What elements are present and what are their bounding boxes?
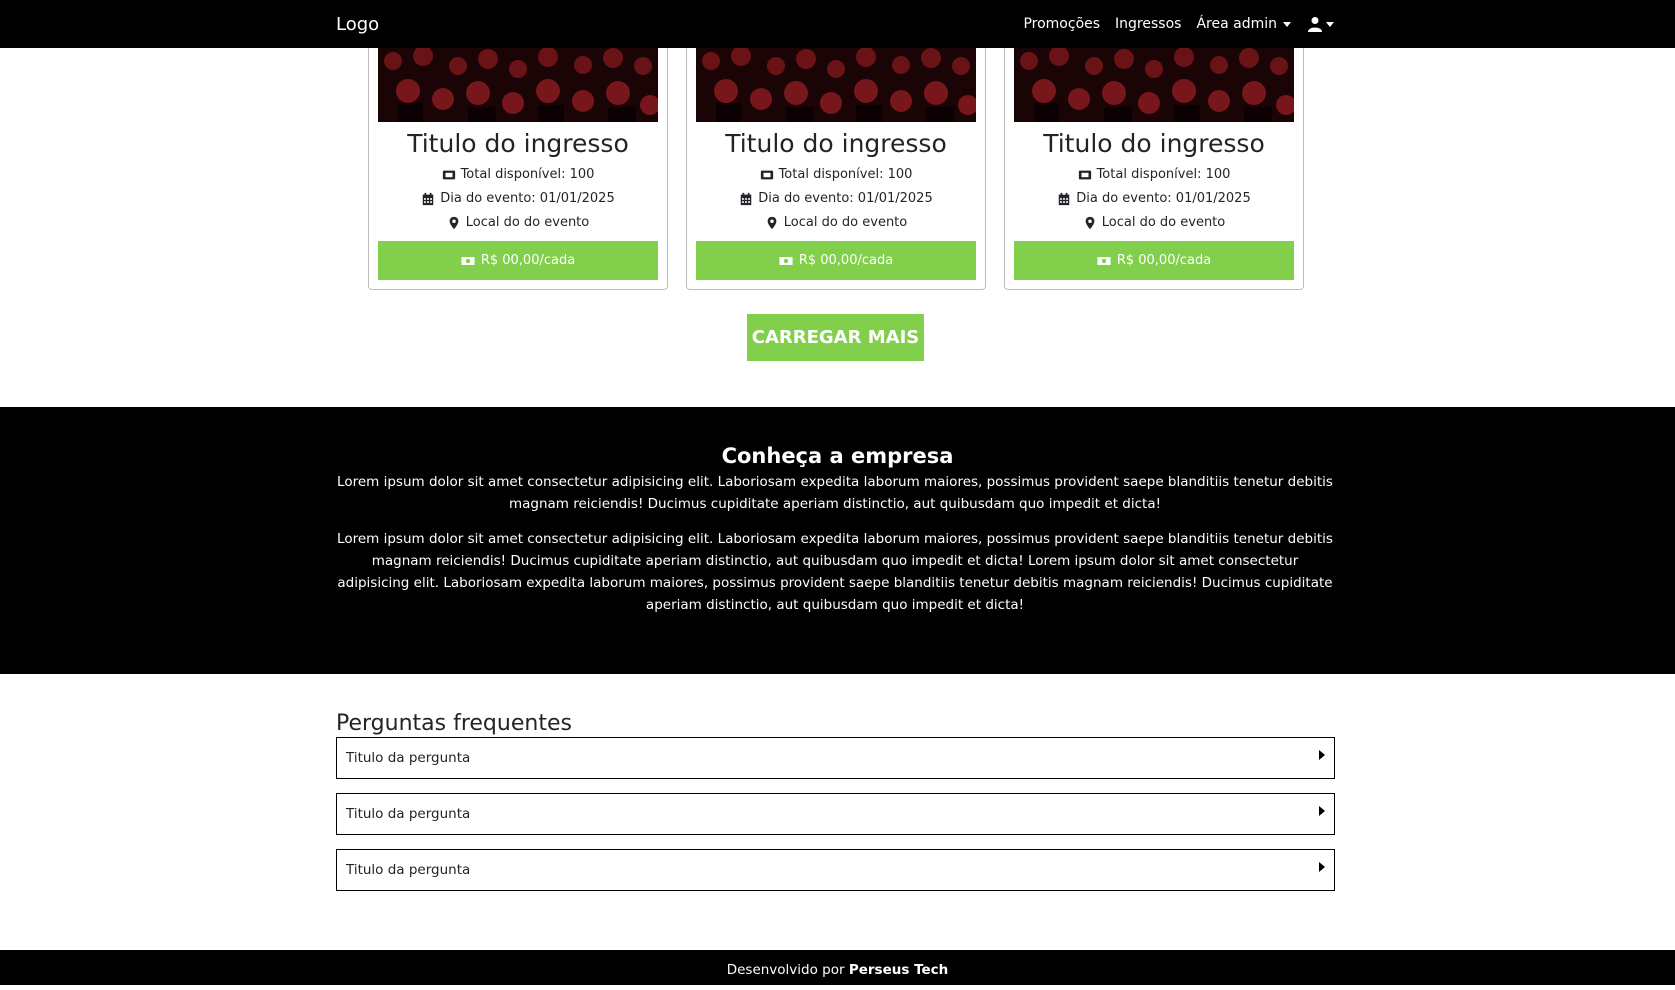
ticket-title: Titulo do ingresso [407, 129, 629, 158]
caret-right-icon [1319, 750, 1325, 760]
footer-prefix: Desenvolvido por [726, 962, 849, 978]
faq-item[interactable]: Titulo da pergunta [336, 737, 1335, 779]
ticket-place: Local do do evento [369, 211, 667, 235]
faq-section: Perguntas frequentes Titulo da pergunta … [0, 674, 1675, 950]
faq-question: Titulo da pergunta [346, 750, 471, 766]
ticket-price: R$ 00,00/cada [1116, 253, 1212, 268]
about-section: Conheça a empresa Lorem ipsum dolor sit … [0, 407, 1675, 674]
load-more-button[interactable]: CARREGAR MAIS [747, 314, 924, 361]
about-title: Conheça a empresa [721, 444, 954, 468]
ticket-total-text: Total disponível: 100 [1096, 167, 1231, 182]
ticket-price: R$ 00,00/cada [480, 253, 576, 268]
ticket-place-text: Local do do evento [1101, 215, 1226, 230]
nav-link-ingressos[interactable]: Ingressos [1115, 16, 1181, 32]
about-paragraph: Lorem ipsum dolor sit amet consectetur a… [337, 474, 1333, 512]
faq-item[interactable]: Titulo da pergunta [336, 793, 1335, 835]
ticket-date: Dia do evento: 01/01/2025 [1005, 187, 1303, 211]
tickets-section: Titulo do ingresso Total disponível: 100… [0, 0, 1675, 407]
map-marker-icon [449, 216, 459, 230]
navbar-inner: Logo Promoções Ingressos Área admin [336, 0, 1334, 48]
ticket-place: Local do do evento [1005, 211, 1303, 235]
calendar-icon [741, 192, 752, 206]
about-paragraph: Lorem ipsum dolor sit amet consectetur a… [337, 531, 1333, 613]
buy-ticket-button[interactable]: R$ 00,00/cada [696, 241, 976, 280]
faq-question: Titulo da pergunta [346, 806, 471, 822]
ticket-title: Titulo do ingresso [1043, 129, 1265, 158]
caret-right-icon [1319, 806, 1325, 816]
money-icon [461, 256, 475, 265]
caret-down-icon [1326, 21, 1334, 27]
ticket-place-text: Local do do evento [783, 215, 908, 230]
ticket-date-text: Dia do evento: 01/01/2025 [758, 191, 933, 206]
ticket-icon [760, 170, 773, 180]
card-body: Titulo do ingresso Total disponível: 100… [369, 129, 667, 235]
ticket-title: Titulo do ingresso [725, 129, 947, 158]
faq-item[interactable]: Titulo da pergunta [336, 849, 1335, 891]
nav-links: Promoções Ingressos Área admin [1008, 16, 1334, 32]
nav-dropdown-label: Área admin [1196, 16, 1277, 32]
ticket-date: Dia do evento: 01/01/2025 [687, 187, 985, 211]
ticket-place-text: Local do do evento [465, 215, 590, 230]
calendar-icon [1059, 192, 1070, 206]
ticket-date-text: Dia do evento: 01/01/2025 [440, 191, 615, 206]
ticket-date-text: Dia do evento: 01/01/2025 [1076, 191, 1251, 206]
card-body: Titulo do ingresso Total disponível: 100… [1005, 129, 1303, 235]
footer: Desenvolvido por Perseus Tech [0, 950, 1675, 985]
card-body: Titulo do ingresso Total disponível: 100… [687, 129, 985, 235]
ticket-card: Titulo do ingresso Total disponível: 100… [368, 20, 668, 290]
nav-link-promocoes[interactable]: Promoções [1023, 16, 1100, 32]
buy-ticket-button[interactable]: R$ 00,00/cada [378, 241, 658, 280]
nav-dropdown-area-admin[interactable]: Área admin [1196, 16, 1291, 32]
footer-brand: Perseus Tech [848, 962, 949, 978]
ticket-total: Total disponível: 100 [1005, 163, 1303, 187]
ticket-price: R$ 00,00/cada [798, 253, 894, 268]
ticket-total: Total disponível: 100 [687, 163, 985, 187]
ticket-total-text: Total disponível: 100 [460, 167, 595, 182]
user-menu-dropdown[interactable] [1306, 16, 1334, 32]
ticket-card: Titulo do ingresso Total disponível: 100… [686, 20, 986, 290]
ticket-total: Total disponível: 100 [369, 163, 667, 187]
money-icon [779, 256, 793, 265]
caret-right-icon [1319, 862, 1325, 872]
ticket-date: Dia do evento: 01/01/2025 [369, 187, 667, 211]
logo[interactable]: Logo [336, 14, 379, 35]
faq-question: Titulo da pergunta [346, 862, 471, 878]
ticket-icon [442, 170, 455, 180]
map-marker-icon [1085, 216, 1095, 230]
calendar-icon [423, 192, 434, 206]
caret-down-icon [1283, 21, 1291, 27]
ticket-total-text: Total disponível: 100 [778, 167, 913, 182]
buy-ticket-button[interactable]: R$ 00,00/cada [1014, 241, 1294, 280]
money-icon [1097, 256, 1111, 265]
ticket-place: Local do do evento [687, 211, 985, 235]
navbar: Logo Promoções Ingressos Área admin [0, 0, 1675, 48]
ticket-card: Titulo do ingresso Total disponível: 100… [1004, 20, 1304, 290]
ticket-icon [1078, 170, 1091, 180]
map-marker-icon [767, 216, 777, 230]
faq-title: Perguntas frequentes [336, 711, 572, 736]
user-icon [1308, 17, 1322, 32]
